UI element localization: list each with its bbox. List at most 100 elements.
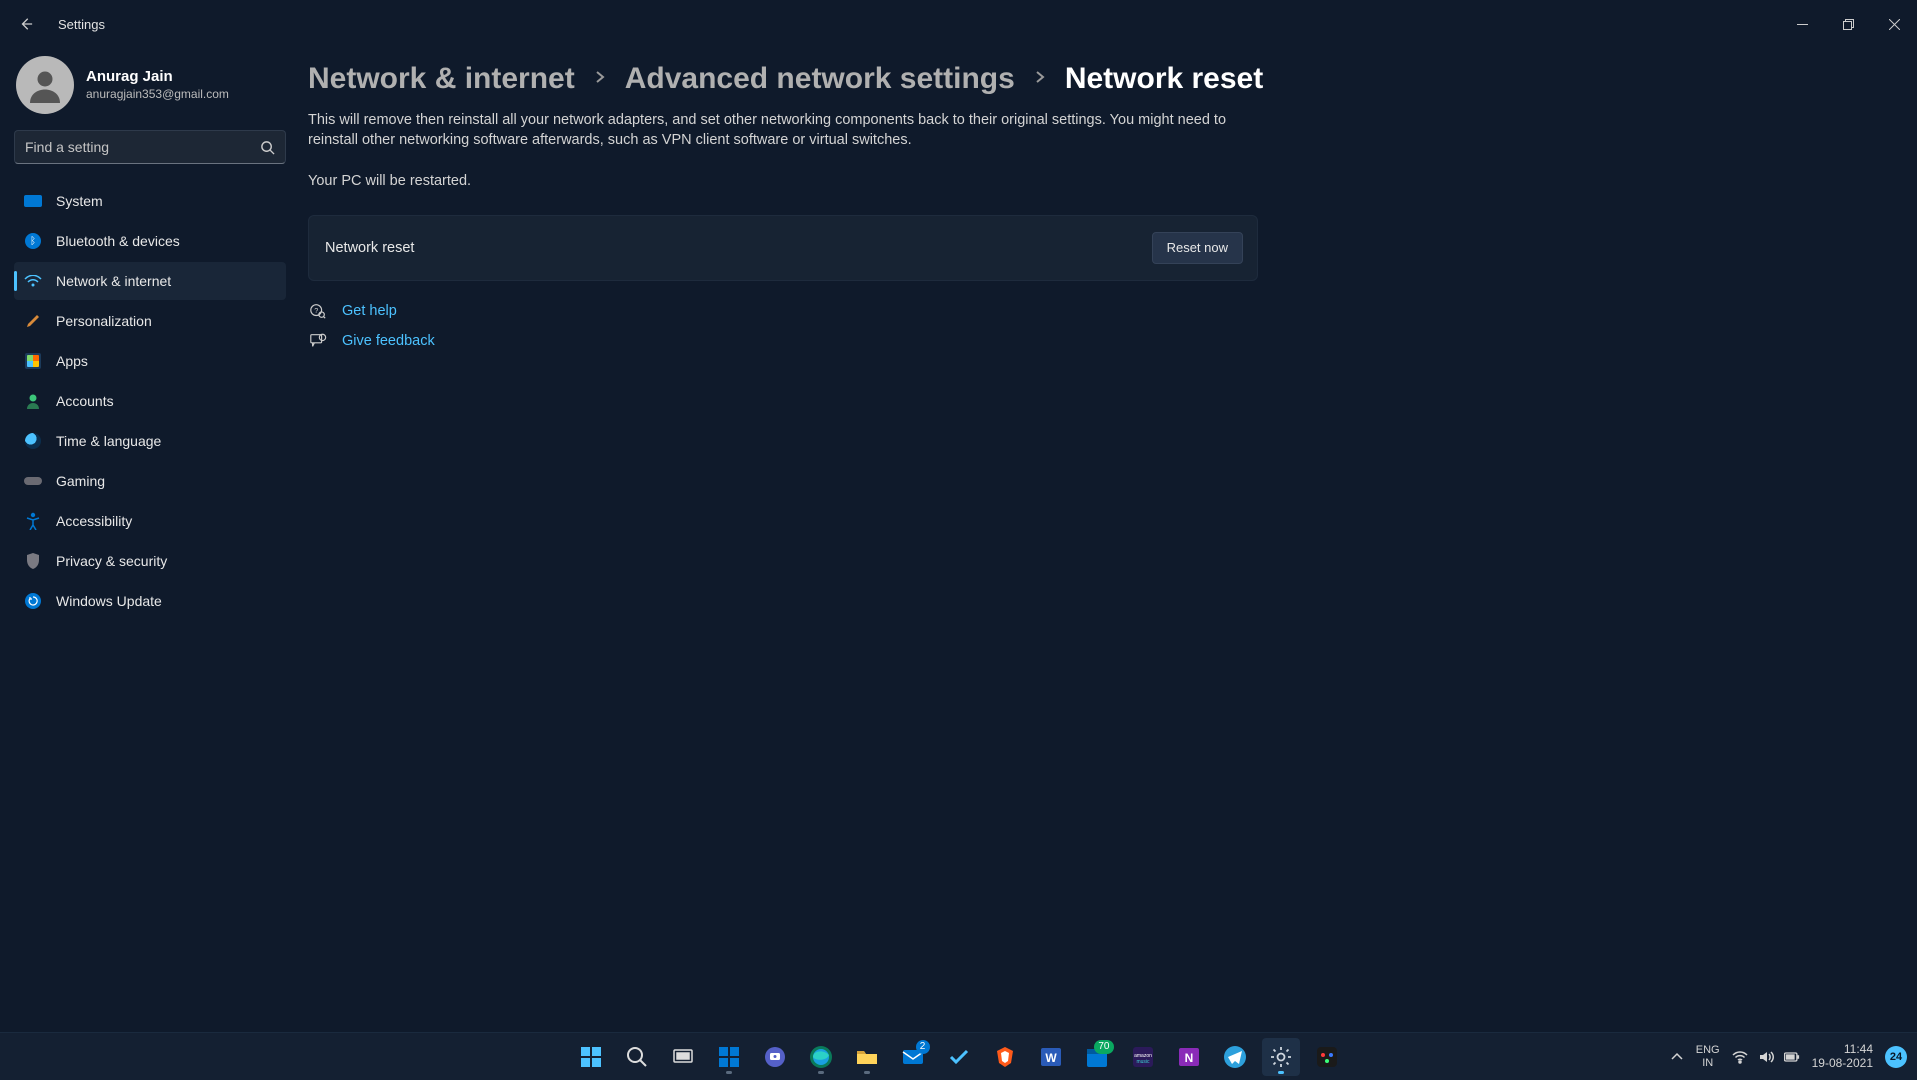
breadcrumb-network-internet[interactable]: Network & internet — [308, 62, 575, 96]
accounts-icon — [24, 392, 42, 410]
svg-text:?: ? — [314, 305, 318, 314]
language-indicator[interactable]: ENG IN — [1696, 1044, 1720, 1068]
sidebar-item-gaming[interactable]: Gaming — [14, 462, 286, 500]
minimize-icon — [1797, 19, 1808, 30]
taskbar-amazon-music[interactable]: amazonmusic — [1124, 1038, 1162, 1076]
folder-icon — [855, 1045, 879, 1069]
start-button[interactable] — [572, 1038, 610, 1076]
chevron-right-icon — [1033, 70, 1047, 89]
taskbar-explorer[interactable] — [848, 1038, 886, 1076]
taskbar-settings[interactable] — [1262, 1038, 1300, 1076]
windows-icon — [579, 1045, 603, 1069]
system-icon — [24, 192, 42, 210]
date-text: 19-08-2021 — [1812, 1057, 1873, 1071]
taskbar-calendar[interactable]: 70 — [1078, 1038, 1116, 1076]
taskbar-center: 2 W 70 amazonmusic N — [572, 1038, 1346, 1076]
time-text: 11:44 — [1844, 1043, 1873, 1057]
update-icon — [24, 592, 42, 610]
sidebar-item-label: Privacy & security — [56, 553, 167, 569]
onenote-icon: N — [1177, 1045, 1201, 1069]
sidebar-item-accessibility[interactable]: Accessibility — [14, 502, 286, 540]
titlebar: Settings — [0, 0, 1917, 48]
taskbar-onenote[interactable]: N — [1170, 1038, 1208, 1076]
taskbar-davinci[interactable] — [1308, 1038, 1346, 1076]
nav: System ᛒ Bluetooth & devices Network & i… — [14, 182, 286, 620]
tray-overflow-button[interactable] — [1670, 1050, 1684, 1064]
taskbar-todo[interactable] — [940, 1038, 978, 1076]
sidebar-item-apps[interactable]: Apps — [14, 342, 286, 380]
give-feedback-link[interactable]: Give feedback — [342, 333, 435, 349]
system-tray[interactable] — [1732, 1049, 1800, 1065]
user-info: Anurag Jain anuragjain353@gmail.com — [86, 68, 229, 102]
user-card[interactable]: Anurag Jain anuragjain353@gmail.com — [14, 52, 286, 120]
chevron-right-icon — [593, 70, 607, 89]
svg-text:music: music — [1136, 1059, 1150, 1065]
sidebar-item-system[interactable]: System — [14, 182, 286, 220]
sidebar-item-label: Personalization — [56, 313, 152, 329]
card-title: Network reset — [325, 240, 414, 256]
volume-tray-icon — [1758, 1049, 1774, 1065]
word-icon: W — [1039, 1045, 1063, 1069]
search-box[interactable] — [14, 130, 286, 164]
sidebar-item-bluetooth[interactable]: ᛒ Bluetooth & devices — [14, 222, 286, 260]
feedback-icon — [308, 331, 328, 351]
user-email: anuragjain353@gmail.com — [86, 87, 229, 102]
taskbar-brave[interactable] — [986, 1038, 1024, 1076]
clock[interactable]: 11:44 19-08-2021 — [1812, 1043, 1873, 1071]
sidebar: Anurag Jain anuragjain353@gmail.com Syst… — [0, 48, 300, 1032]
widgets-icon — [717, 1045, 741, 1069]
task-view[interactable] — [664, 1038, 702, 1076]
paintbrush-icon — [24, 312, 42, 330]
notification-badge[interactable]: 24 — [1885, 1046, 1907, 1068]
calendar-badge: 70 — [1094, 1040, 1113, 1054]
sidebar-item-accounts[interactable]: Accounts — [14, 382, 286, 420]
restart-note: Your PC will be restarted. — [308, 173, 1857, 189]
help-icon: ? — [308, 301, 328, 321]
taskbar-word[interactable]: W — [1032, 1038, 1070, 1076]
sidebar-item-time[interactable]: Time & language — [14, 422, 286, 460]
breadcrumb-network-reset: Network reset — [1065, 62, 1263, 96]
amazon-music-icon: amazonmusic — [1131, 1045, 1155, 1069]
wifi-tray-icon — [1732, 1049, 1748, 1065]
taskbar-search[interactable] — [618, 1038, 656, 1076]
avatar — [16, 56, 74, 114]
reset-now-button[interactable]: Reset now — [1152, 232, 1243, 264]
taskbar-telegram[interactable] — [1216, 1038, 1254, 1076]
sidebar-item-update[interactable]: Windows Update — [14, 582, 286, 620]
sidebar-item-network[interactable]: Network & internet — [14, 262, 286, 300]
taskbar-chat[interactable] — [756, 1038, 794, 1076]
sidebar-item-label: Network & internet — [56, 273, 171, 289]
window-title: Settings — [58, 17, 105, 32]
taskbar-right: ENG IN 11:44 19-08-2021 24 — [1670, 1043, 1907, 1071]
sidebar-item-personalization[interactable]: Personalization — [14, 302, 286, 340]
sidebar-item-privacy[interactable]: Privacy & security — [14, 542, 286, 580]
window-controls — [1779, 8, 1917, 40]
network-reset-card: Network reset Reset now — [308, 215, 1258, 281]
brave-icon — [993, 1045, 1017, 1069]
bluetooth-icon: ᛒ — [24, 232, 42, 250]
maximize-icon — [1843, 19, 1854, 30]
search-input[interactable] — [25, 139, 260, 155]
check-icon — [947, 1045, 971, 1069]
close-button[interactable] — [1871, 8, 1917, 40]
breadcrumb-advanced-network[interactable]: Advanced network settings — [625, 62, 1015, 96]
back-button[interactable] — [10, 8, 42, 40]
give-feedback-row: Give feedback — [308, 331, 1857, 351]
titlebar-left: Settings — [10, 8, 105, 40]
gear-icon — [1269, 1045, 1293, 1069]
minimize-button[interactable] — [1779, 8, 1825, 40]
get-help-row: ? Get help — [308, 301, 1857, 321]
sidebar-item-label: Gaming — [56, 473, 105, 489]
sidebar-item-label: Accounts — [56, 393, 114, 409]
lang-top: ENG — [1696, 1044, 1720, 1056]
battery-tray-icon — [1784, 1049, 1800, 1065]
davinci-icon — [1315, 1045, 1339, 1069]
get-help-link[interactable]: Get help — [342, 303, 397, 319]
taskbar-mail[interactable]: 2 — [894, 1038, 932, 1076]
taskbar-widgets[interactable] — [710, 1038, 748, 1076]
search-icon — [625, 1045, 649, 1069]
wifi-icon — [24, 272, 42, 290]
taskbar-edge[interactable] — [802, 1038, 840, 1076]
taskbar: 2 W 70 amazonmusic N — [0, 1032, 1917, 1080]
maximize-button[interactable] — [1825, 8, 1871, 40]
